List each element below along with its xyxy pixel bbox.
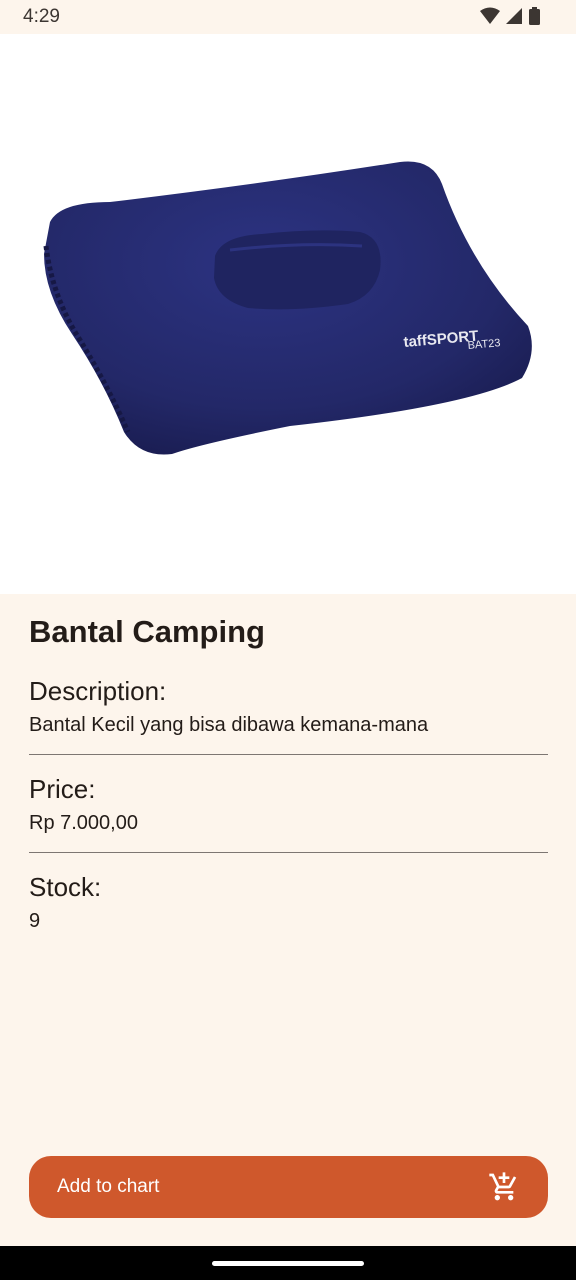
add-shopping-cart-icon xyxy=(489,1172,517,1201)
add-to-cart-label: Add to chart xyxy=(57,1176,160,1197)
description-label: Description: xyxy=(29,676,167,706)
home-gesture-handle[interactable] xyxy=(212,1261,364,1266)
pillow-image: taffSPORT BAT23 xyxy=(43,161,532,455)
price-value: Rp 7.000,00 xyxy=(29,812,138,834)
description-section: Description: Bantal Kecil yang bisa diba… xyxy=(29,650,548,755)
product-details: Bantal Camping Description: Bantal Kecil… xyxy=(29,594,548,934)
price-section: Price: Rp 7.000,00 xyxy=(29,755,548,853)
status-bar: 4:29 xyxy=(0,0,576,34)
wifi-icon xyxy=(480,7,500,24)
status-time: 4:29 xyxy=(23,6,60,27)
cellular-signal-icon xyxy=(506,8,522,24)
product-title: Bantal Camping xyxy=(29,614,265,649)
description-value: Bantal Kecil yang bisa dibawa kemana-man… xyxy=(29,714,429,736)
navigation-bar xyxy=(0,1246,576,1280)
add-to-cart-button[interactable]: Add to chart xyxy=(29,1156,548,1218)
price-label: Price: xyxy=(29,774,96,804)
stock-section: Stock: 9 xyxy=(29,853,548,934)
status-icons xyxy=(480,7,540,25)
battery-icon xyxy=(529,7,540,25)
stock-value: 9 xyxy=(29,910,41,932)
product-image: taffSPORT BAT23 xyxy=(0,34,576,594)
stock-label: Stock: xyxy=(29,872,102,902)
